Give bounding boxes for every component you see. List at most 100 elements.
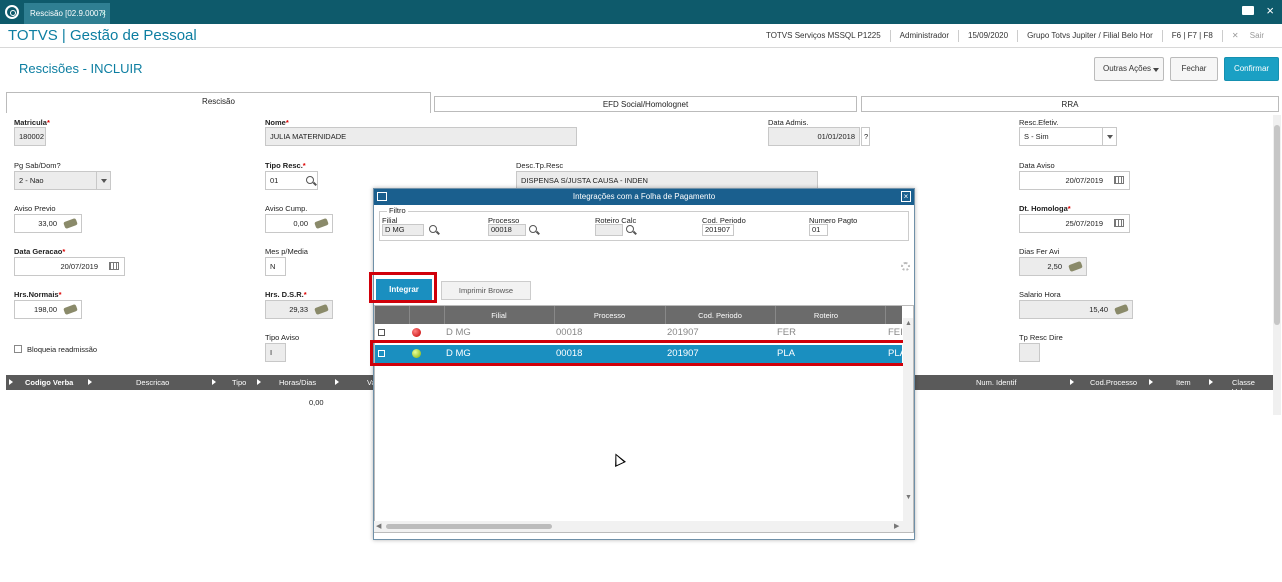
hrs-normais-value: 198,00 bbox=[34, 305, 57, 314]
mes-media-field[interactable]: N bbox=[265, 257, 286, 276]
calculator-icon[interactable] bbox=[314, 217, 329, 230]
salario-hora-field[interactable]: 15,40 bbox=[1019, 300, 1133, 319]
top-tab-bar: Rescisão [02.9.0007] × × bbox=[0, 0, 1282, 24]
search-icon[interactable] bbox=[306, 176, 314, 184]
fechar-button[interactable]: Fechar bbox=[1170, 57, 1218, 81]
bloqueia-checkbox[interactable] bbox=[14, 345, 22, 353]
col-cod-periodo[interactable]: Cod. Periodo bbox=[665, 311, 775, 320]
shortcut-keys[interactable]: F6 | F7 | F8 bbox=[1161, 30, 1222, 42]
exit-button[interactable]: ✕ Sair bbox=[1221, 30, 1282, 42]
confirmar-button[interactable]: Confirmar bbox=[1224, 57, 1279, 81]
col-roteiro[interactable]: Roteiro bbox=[775, 311, 877, 320]
session-info: TOTVS Serviços MSSQL P1225 Administrador… bbox=[757, 24, 1282, 48]
data-admis-field[interactable]: 01/01/2018 bbox=[768, 127, 860, 146]
scroll-down-icon[interactable]: ▼ bbox=[905, 494, 912, 501]
imprimir-browse-button[interactable]: Imprimir Browse bbox=[441, 281, 531, 300]
page-scrollbar[interactable] bbox=[1273, 115, 1281, 415]
table-header: Filial Processo Cod. Periodo Roteiro bbox=[375, 306, 902, 324]
scrollbar-thumb[interactable] bbox=[386, 524, 552, 529]
tipo-resc-field[interactable]: 01 bbox=[265, 171, 318, 190]
help-button[interactable]: ? bbox=[861, 127, 870, 146]
search-icon[interactable] bbox=[529, 225, 537, 233]
row-checkbox[interactable] bbox=[378, 329, 385, 336]
processo-field[interactable]: 00018 bbox=[488, 224, 526, 236]
calendar-icon[interactable] bbox=[1114, 176, 1124, 184]
scroll-up-icon[interactable]: ▲ bbox=[905, 320, 912, 327]
tipo-resc-value: 01 bbox=[270, 176, 279, 185]
tab-rescisao[interactable]: Rescisão [02.9.0007] × bbox=[24, 3, 110, 24]
calculator-icon[interactable] bbox=[1114, 303, 1129, 316]
scroll-right-icon[interactable]: ▶ bbox=[894, 522, 899, 530]
aviso-previo-field[interactable]: 33,00 bbox=[14, 214, 82, 233]
aviso-previo-label: Aviso Previo bbox=[14, 204, 56, 213]
hrs-dsr-field[interactable]: 29,33 bbox=[265, 300, 333, 319]
col-cod-processo[interactable]: Cod.Processo bbox=[1090, 378, 1137, 387]
col-tipo[interactable]: Tipo bbox=[232, 378, 246, 387]
mail-icon[interactable] bbox=[1242, 6, 1254, 15]
calendar-icon[interactable] bbox=[109, 262, 119, 270]
hrs-dsr-value: 29,33 bbox=[289, 305, 308, 314]
data-geracao-label: Data Geracao* bbox=[14, 247, 66, 256]
tipo-aviso-field[interactable]: I bbox=[265, 343, 286, 362]
roteiro-field[interactable] bbox=[595, 224, 623, 236]
dialog-close-button[interactable]: × bbox=[901, 191, 911, 202]
col-classe-valor[interactable]: Classe Valor bbox=[1232, 378, 1273, 396]
mes-media-label: Mes p/Media bbox=[265, 247, 308, 256]
aviso-cump-field[interactable]: 0,00 bbox=[265, 214, 333, 233]
tipo-resc-label: Tipo Resc.* bbox=[265, 161, 306, 170]
tab-rra[interactable]: RRA bbox=[861, 96, 1279, 112]
scroll-left-icon[interactable]: ◀ bbox=[376, 522, 381, 530]
tp-resc-dire-field[interactable] bbox=[1019, 343, 1040, 362]
cod-periodo-field[interactable]: 201907 bbox=[702, 224, 734, 236]
nome-field[interactable]: JULIA MATERNIDADE bbox=[265, 127, 577, 146]
col-horas-dias[interactable]: Horas/Dias bbox=[279, 378, 316, 387]
calculator-icon[interactable] bbox=[1068, 260, 1083, 273]
pg-sab-select[interactable]: 2 - Nao bbox=[14, 171, 111, 190]
col-filial[interactable]: Filial bbox=[444, 311, 554, 320]
data-geracao-field[interactable]: 20/07/2019 bbox=[14, 257, 125, 276]
exit-label: Sair bbox=[1249, 31, 1264, 40]
outras-acoes-button[interactable]: Outras Ações bbox=[1094, 57, 1164, 81]
chevron-down-icon bbox=[1153, 68, 1159, 72]
numero-pagto-field[interactable]: 01 bbox=[809, 224, 828, 236]
close-tab-icon[interactable]: × bbox=[101, 3, 106, 24]
data-aviso-field[interactable]: 20/07/2019 bbox=[1019, 171, 1130, 190]
close-icon[interactable]: × bbox=[1266, 3, 1274, 18]
pg-sab-value: 2 - Nao bbox=[19, 176, 44, 185]
table-vertical-scrollbar[interactable]: ▲ ▼ bbox=[903, 318, 913, 532]
search-icon[interactable] bbox=[626, 225, 634, 233]
hrs-normais-field[interactable]: 198,00 bbox=[14, 300, 82, 319]
session-date: 15/09/2020 bbox=[958, 30, 1017, 42]
table-horizontal-scrollbar[interactable]: ◀ ▶ bbox=[374, 521, 904, 532]
col-processo[interactable]: Processo bbox=[554, 311, 665, 320]
salario-hora-label: Salario Hora bbox=[1019, 290, 1061, 299]
col-item[interactable]: Item bbox=[1176, 378, 1191, 387]
search-icon[interactable] bbox=[429, 225, 437, 233]
calculator-icon[interactable] bbox=[63, 217, 78, 230]
matricula-field[interactable]: 180002 bbox=[14, 127, 46, 146]
col-descricao[interactable]: Descricao bbox=[136, 378, 169, 387]
row-extra: FEI bbox=[888, 327, 903, 338]
outras-acoes-label: Outras Ações bbox=[1103, 64, 1152, 73]
tp-resc-dire-label: Tp Resc Dire bbox=[1019, 333, 1063, 342]
aviso-cump-label: Aviso Cump. bbox=[265, 204, 308, 213]
scrollbar-thumb[interactable] bbox=[1274, 125, 1280, 325]
filial-field[interactable]: D MG bbox=[382, 224, 424, 236]
col-codigo-verba[interactable]: Codigo Verba bbox=[25, 378, 73, 387]
tab-efd-social[interactable]: EFD Social/Homolognet bbox=[434, 96, 857, 112]
dias-fer-field[interactable]: 2,50 bbox=[1019, 257, 1087, 276]
tab-label: Rescisão [02.9.0007] bbox=[30, 9, 106, 18]
calculator-icon[interactable] bbox=[63, 303, 78, 316]
filtro-legend: Filtro bbox=[387, 206, 408, 215]
calculator-icon[interactable] bbox=[314, 303, 329, 316]
resc-efetiv-select[interactable]: S - Sim bbox=[1019, 127, 1117, 146]
integrar-highlight bbox=[369, 272, 437, 303]
tab-rescisao-form[interactable]: Rescisão bbox=[6, 92, 431, 113]
hrs-normais-label: Hrs.Normais* bbox=[14, 290, 62, 299]
gear-icon[interactable] bbox=[901, 262, 910, 271]
dias-fer-label: Dias Fer Avi bbox=[1019, 247, 1060, 256]
dt-homologa-field[interactable]: 25/07/2019 bbox=[1019, 214, 1130, 233]
col-num-identif[interactable]: Num. Identif bbox=[976, 378, 1016, 387]
totvs-logo-icon[interactable] bbox=[5, 5, 19, 19]
calendar-icon[interactable] bbox=[1114, 219, 1124, 227]
